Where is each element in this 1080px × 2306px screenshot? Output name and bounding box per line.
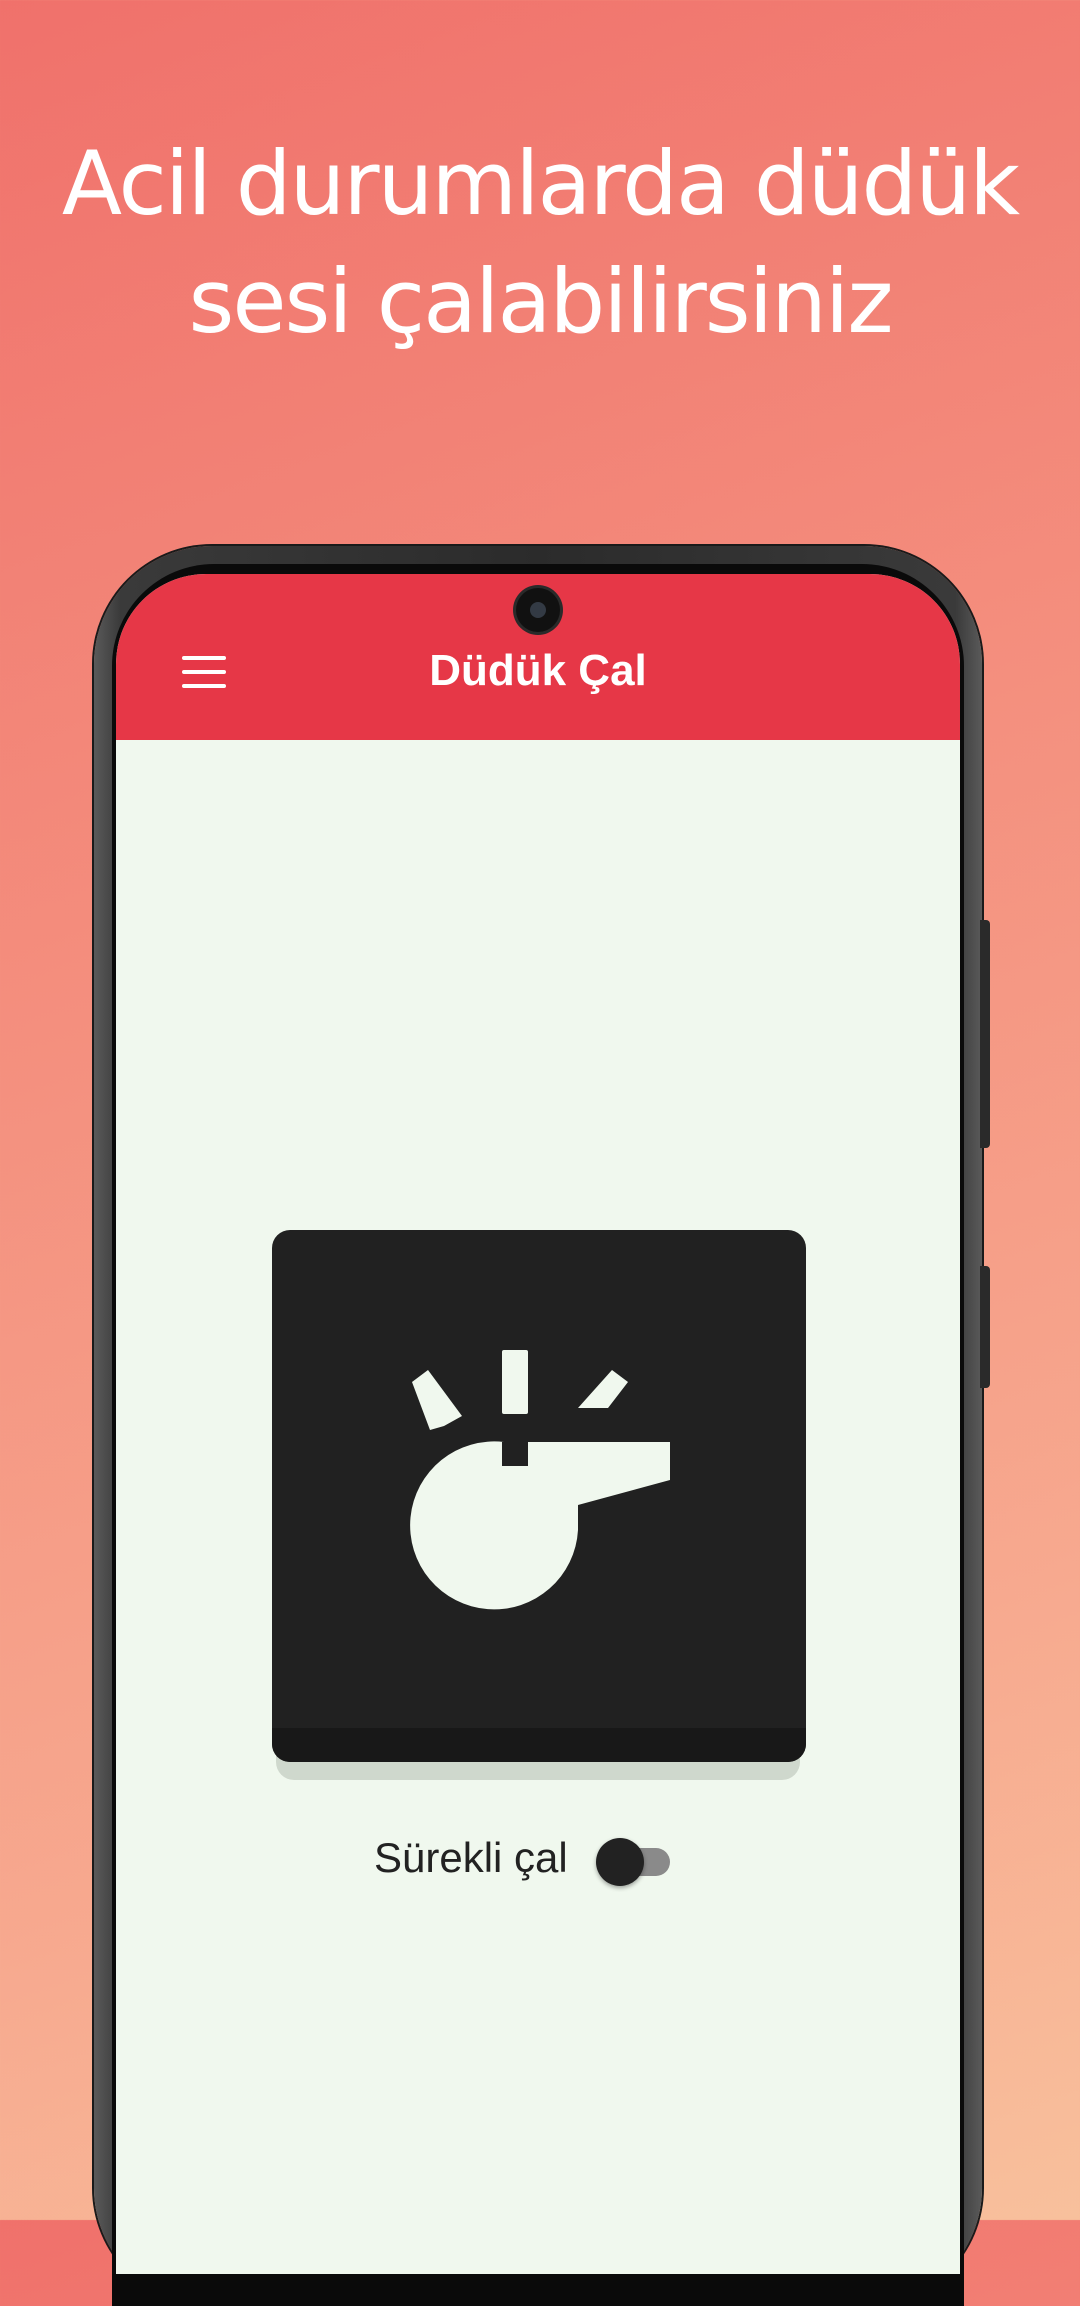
front-camera — [516, 588, 560, 632]
promo-headline: Acil durumlarda düdük sesi çalabilirsini… — [0, 125, 1080, 361]
app-screen: Düdük Çal Sürekli çal — [116, 574, 960, 2274]
app-title: Düdük Çal — [429, 646, 647, 695]
play-whistle-button[interactable] — [272, 1230, 806, 1762]
phone-power-button — [980, 920, 990, 1148]
promo-headline-line1: Acil durumlarda düdük — [61, 132, 1020, 235]
phone-volume-button — [980, 1266, 990, 1388]
promo-headline-line2: sesi çalabilirsiniz — [188, 250, 893, 353]
continuous-play-switch[interactable] — [596, 1832, 676, 1886]
switch-thumb — [596, 1838, 644, 1886]
continuous-play-row: Sürekli çal — [116, 1830, 960, 1890]
continuous-play-label: Sürekli çal — [374, 1834, 568, 1881]
whistle-icon — [410, 1350, 670, 1610]
